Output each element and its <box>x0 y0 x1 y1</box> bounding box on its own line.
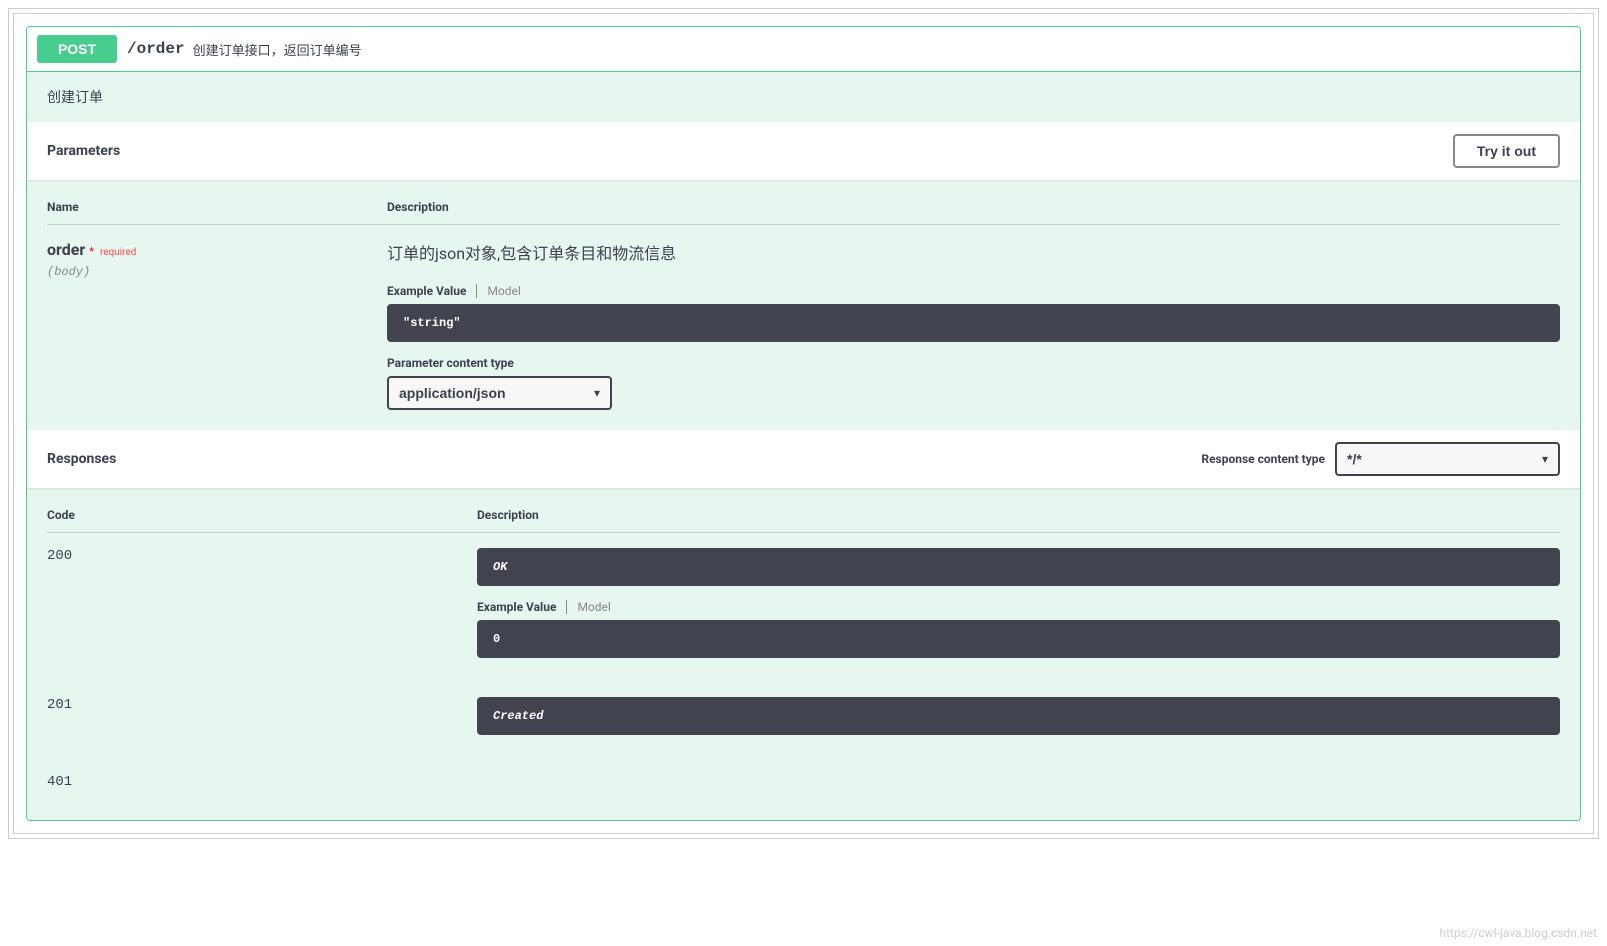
response-row-201: 201 Created <box>47 682 1560 759</box>
responses-section-header: Responses Response content type */* ▾ <box>27 430 1580 488</box>
response-tabs: Example Value Model <box>477 600 1560 614</box>
response-description-cell: OK Example Value Model 0 <box>477 548 1560 672</box>
outer-frame: POST /order 创建订单接口，返回订单编号 创建订单 Parameter… <box>8 8 1599 839</box>
required-label: required <box>98 247 136 258</box>
response-code: 201 <box>47 697 477 749</box>
parameter-in: (body) <box>47 265 387 279</box>
tab-model[interactable]: Model <box>487 284 520 298</box>
response-example-code[interactable]: 0 <box>477 620 1560 658</box>
endpoint-path: /order <box>127 40 185 58</box>
parameters-table: Name Description order * required (body) <box>27 180 1580 430</box>
tab-model[interactable]: Model <box>577 600 610 614</box>
tab-separator <box>566 600 567 614</box>
param-header-description: Description <box>387 200 1560 214</box>
parameter-tabs: Example Value Model <box>387 284 1560 298</box>
parameter-content-type-select-wrap: application/json ▾ <box>387 376 612 410</box>
response-content-type-label: Response content type <box>1201 452 1325 466</box>
response-code: 401 <box>47 774 477 790</box>
response-row-401: 401 <box>47 759 1560 800</box>
param-header-name: Name <box>47 200 387 214</box>
inner-frame: POST /order 创建订单接口，返回订单编号 创建订单 Parameter… <box>13 13 1594 834</box>
response-content-type-group: Response content type */* ▾ <box>1201 442 1560 476</box>
response-content-type-select-wrap: */* ▾ <box>1335 442 1560 476</box>
try-it-out-button[interactable]: Try it out <box>1453 134 1560 168</box>
endpoint-block: POST /order 创建订单接口，返回订单编号 创建订单 Parameter… <box>26 26 1581 821</box>
response-content-type-select[interactable]: */* <box>1335 442 1560 476</box>
responses-table: Code Description 200 OK Example Value Mo… <box>27 488 1580 820</box>
parameter-row: order * required (body) 订单的json对象,包含订单条目… <box>47 225 1560 410</box>
method-badge: POST <box>37 35 117 63</box>
parameter-content-type-select[interactable]: application/json <box>387 376 612 410</box>
endpoint-description: 创建订单 <box>27 71 1580 122</box>
responses-title: Responses <box>47 451 116 467</box>
tab-separator <box>476 284 477 298</box>
response-description: Created <box>477 697 1560 735</box>
parameter-example-code[interactable]: "string" <box>387 304 1560 342</box>
parameters-table-head: Name Description <box>47 200 1560 225</box>
endpoint-body: 创建订单 Parameters Try it out Name Descript… <box>27 71 1580 820</box>
response-description: OK <box>477 548 1560 586</box>
required-star-icon: * <box>89 245 94 258</box>
response-code: 200 <box>47 548 477 672</box>
endpoint-header[interactable]: POST /order 创建订单接口，返回订单编号 <box>27 27 1580 71</box>
parameters-section-header: Parameters Try it out <box>27 122 1580 180</box>
response-row-200: 200 OK Example Value Model 0 <box>47 533 1560 682</box>
response-description-cell <box>477 774 1560 790</box>
response-header-description: Description <box>477 508 1560 522</box>
tab-example-value[interactable]: Example Value <box>477 600 556 614</box>
response-header-code: Code <box>47 508 477 522</box>
response-description-cell: Created <box>477 697 1560 749</box>
watermark: https://cwl-java.blog.csdn.net <box>1440 926 1598 940</box>
parameter-name: order <box>47 240 85 259</box>
parameter-description: 订单的json对象,包含订单条目和物流信息 <box>387 240 1560 264</box>
parameter-content-type-label: Parameter content type <box>387 356 1560 370</box>
parameter-name-cell: order * required (body) <box>47 240 387 410</box>
responses-table-head: Code Description <box>47 508 1560 533</box>
endpoint-summary: 创建订单接口，返回订单编号 <box>193 40 362 59</box>
tab-example-value[interactable]: Example Value <box>387 284 466 298</box>
parameter-description-cell: 订单的json对象,包含订单条目和物流信息 Example Value Mode… <box>387 240 1560 410</box>
parameters-title: Parameters <box>47 143 120 159</box>
